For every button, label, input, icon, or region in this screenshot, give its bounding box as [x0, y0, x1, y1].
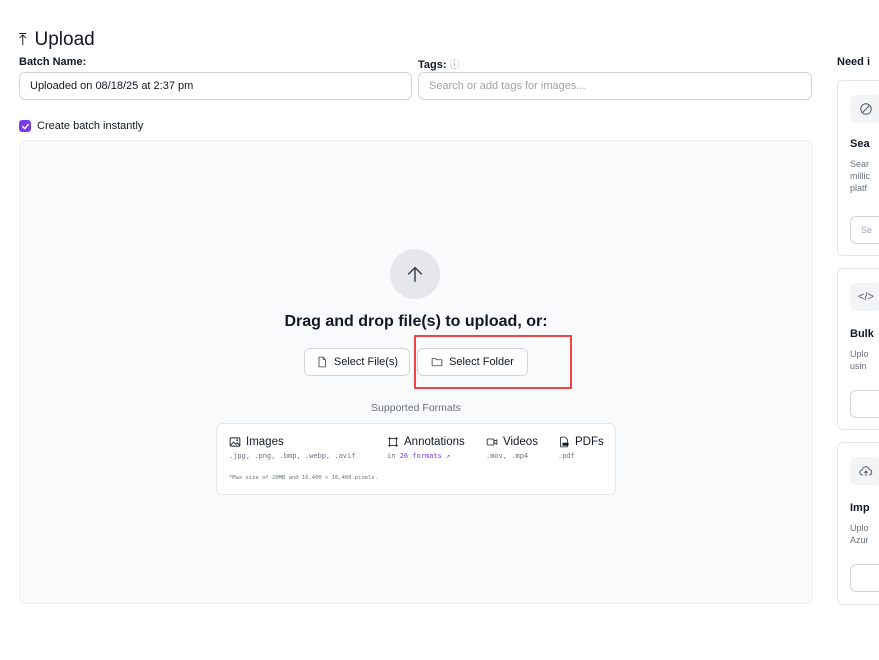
select-folder-button[interactable]: Select Folder	[417, 348, 528, 376]
images-label: Images	[246, 436, 284, 448]
format-images: Images .jpg, .png, .bmp, .webp, .avif	[229, 436, 355, 460]
pdf-icon	[560, 436, 569, 448]
batch-name-input[interactable]: Uploaded on 08/18/25 at 2:37 pm	[19, 72, 412, 100]
tags-label-container: Tags: ⓘ	[418, 56, 460, 71]
code-icon: </>	[850, 283, 879, 311]
page-title-text: Upload	[34, 29, 95, 50]
card-import-button[interactable]	[850, 564, 879, 592]
format-annotations: Annotations in 26 formats ↗	[387, 436, 465, 460]
format-videos: Videos .mov, .mp4	[486, 436, 538, 460]
videos-extensions: .mov, .mp4	[486, 452, 529, 460]
image-icon	[229, 437, 241, 447]
annotations-formats-link[interactable]: 26 formats ↗	[400, 452, 451, 460]
file-icon	[318, 356, 326, 368]
format-pdfs: PDFs .pdf	[558, 436, 604, 460]
create-batch-checkbox[interactable]	[19, 120, 31, 132]
create-batch-label: Create batch instantly	[37, 120, 144, 132]
card-desc-line: usin	[850, 361, 867, 371]
card-title: Sea	[850, 138, 870, 150]
card-bulk-button[interactable]	[850, 390, 879, 418]
page-title: ⤒ Upload	[19, 29, 95, 51]
select-files-button[interactable]: Select File(s)	[304, 348, 410, 376]
card-title: Imp	[850, 502, 870, 514]
batch-name-label: Batch Name:	[19, 56, 87, 68]
drag-drop-prompt: Drag and drop file(s) to upload, or:	[284, 313, 548, 330]
compass-icon	[850, 95, 879, 123]
annotations-prefix: in	[387, 452, 396, 460]
card-desc-line: Uplo	[850, 523, 869, 533]
sidebar-card-bulk[interactable]: </> Bulk Uplo usin	[837, 268, 879, 430]
sidebar-title: Need i	[837, 56, 871, 68]
arrow-up-icon	[390, 249, 440, 299]
upload-dropzone[interactable]	[19, 140, 813, 604]
card-desc-line: millic	[850, 171, 870, 181]
card-title: Bulk	[850, 328, 874, 340]
folder-icon	[431, 358, 443, 367]
tags-search-input[interactable]: Search or add tags for images...	[418, 72, 812, 100]
card-desc-line: Sear	[850, 159, 870, 169]
select-folder-label: Select Folder	[449, 356, 514, 368]
cloud-upload-icon	[850, 457, 879, 485]
sidebar-card-import[interactable]: Imp Uplo Azur	[837, 442, 879, 605]
tags-label: Tags:	[418, 59, 447, 71]
card-desc-line: platf	[850, 183, 868, 193]
size-limit-note: *Max size of 20MB and 16,400 × 16,400 pi…	[229, 475, 379, 481]
bounding-box-icon	[388, 437, 398, 447]
supported-formats-title: Supported Formats	[371, 402, 461, 414]
create-batch-row[interactable]: Create batch instantly	[19, 120, 143, 132]
card-desc-line: Uplo	[850, 349, 869, 359]
card-search-input[interactable]: Se	[850, 216, 879, 244]
upload-icon: ⤒	[19, 30, 27, 49]
help-icon[interactable]: ⓘ	[450, 60, 460, 71]
annotations-label: Annotations	[404, 436, 465, 448]
video-icon	[486, 438, 498, 446]
images-extensions: .jpg, .png, .bmp, .webp, .avif	[229, 452, 356, 460]
sidebar-card-search[interactable]: Sea Sear millic platf Se	[837, 80, 879, 256]
formats-card: Images .jpg, .png, .bmp, .webp, .avif An…	[216, 423, 616, 495]
pdfs-extensions: .pdf	[558, 452, 575, 460]
card-desc-line: Azur	[850, 535, 869, 545]
select-files-label: Select File(s)	[333, 356, 399, 368]
videos-label: Videos	[503, 436, 538, 448]
pdfs-label: PDFs	[575, 436, 604, 448]
